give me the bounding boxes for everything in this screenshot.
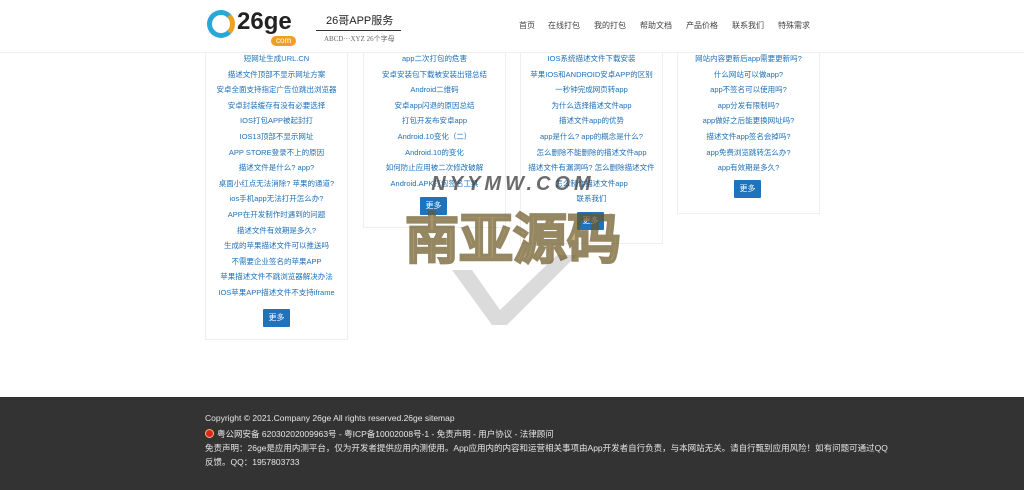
list-item[interactable]: 短网址生成URL.CN — [206, 51, 347, 67]
list-item[interactable]: 描述文件app的优势 — [521, 113, 662, 129]
list-item[interactable]: 苹果IOS和ANDROID安卓APP的区别 — [521, 67, 662, 83]
site-logo[interactable]: 26ge com — [207, 8, 317, 46]
list-item[interactable]: 苹果描述文件不跳浏览器解决办法 — [206, 269, 347, 285]
list-item[interactable]: Android.APK打包签名工具 — [364, 176, 505, 192]
brand-title: 26哥APP服务 — [316, 12, 402, 31]
logo-ring-icon — [207, 10, 235, 38]
list-item[interactable]: 怎么删除不能删除的描述文件app — [521, 145, 662, 161]
list-item[interactable]: 联系我们 — [521, 191, 662, 207]
logo-text: 26ge — [237, 8, 292, 35]
list-item[interactable]: IOS打包APP被起封打 — [206, 113, 347, 129]
nav-special[interactable]: 特殊需求 — [778, 20, 818, 31]
list-item[interactable]: ios手机app无法打开怎么办? — [206, 191, 347, 207]
list-item[interactable]: 生成的苹果描述文件可以推送吗 — [206, 238, 347, 254]
faq-column-2: app二次打包的危害 安卓安装包下载被安装出错总结 Android二维码 安卓a… — [363, 42, 506, 228]
list-item[interactable]: IOS苹果APP描述文件不支持iframe — [206, 285, 347, 301]
list-item[interactable]: app二次打包的危害 — [364, 51, 505, 67]
police-badge-icon — [205, 429, 214, 438]
list-item[interactable]: 什么网站可以做app? — [678, 67, 819, 83]
watermark-chevron — [452, 255, 577, 325]
faq-list-3: IOS系统描述文件下载安装 苹果IOS和ANDROID安卓APP的区别 一秒钟完… — [521, 43, 662, 207]
footer-icp-text[interactable]: 粤公网安备 62030202009963号 - 粤ICP备10002008号-1… — [217, 429, 554, 439]
faq-column-1: 短网址生成URL.CN 描述文件顶部不显示网址方案 安卓全面支持指定广告位跳出浏… — [205, 42, 348, 340]
list-item[interactable]: Android.10变化（二） — [364, 129, 505, 145]
list-item[interactable]: app不签名可以使用吗? — [678, 82, 819, 98]
list-item[interactable]: 不需要企业签名的苹果APP — [206, 254, 347, 270]
list-item[interactable]: Android二维码 — [364, 82, 505, 98]
list-item[interactable]: 网站内容更新后app需要更新吗? — [678, 51, 819, 67]
logo-com-badge: com — [271, 36, 297, 46]
brand-subtitle: ABCD···XYZ 26个字母 — [324, 35, 395, 43]
faq-column-3: IOS系统描述文件下载安装 苹果IOS和ANDROID安卓APP的区别 一秒钟完… — [520, 42, 663, 244]
footer-copyright: Copyright © 2021.Company 26ge All rights… — [205, 413, 455, 423]
list-item[interactable]: app做好之后能更换网址吗? — [678, 113, 819, 129]
list-item[interactable]: 桌面小红点无法消除? 苹果的通道? — [206, 176, 347, 192]
nav-my-pack[interactable]: 我的打包 — [594, 20, 640, 31]
list-item[interactable]: 打包开发布安卓app — [364, 113, 505, 129]
footer-icp: 粤公网安备 62030202009963号 - 粤ICP备10002008号-1… — [205, 428, 554, 440]
footer-disclaimer-1: 免责声明：26ge是应用内测平台，仅为开发者提供应用内测使用。App应用内的内容… — [205, 443, 888, 453]
list-item[interactable]: 安卓全面支持指定广告位跳出浏览器 — [206, 82, 347, 98]
list-item[interactable]: IOS13顶部不显示网址 — [206, 129, 347, 145]
list-item[interactable]: 一秒钟完成网页转app — [521, 82, 662, 98]
more-button-1[interactable]: 更多 — [263, 309, 290, 327]
list-item[interactable]: 如何防止应用被二次修改破解 — [364, 160, 505, 176]
faq-list-4: 网站内容更新后app需要更新吗? 什么网站可以做app? app不签名可以使用吗… — [678, 43, 819, 176]
faq-list-2: app二次打包的危害 安卓安装包下载被安装出错总结 Android二维码 安卓a… — [364, 43, 505, 191]
list-item[interactable]: app分发有限制吗? — [678, 98, 819, 114]
list-item[interactable]: 安卓app闪退的原因总结 — [364, 98, 505, 114]
list-item[interactable]: app有效期是多久? — [678, 160, 819, 176]
list-item[interactable]: 描述文件有漏洞吗? 怎么删除描述文件 — [521, 160, 662, 176]
nav-home[interactable]: 首页 — [519, 20, 548, 31]
list-item[interactable]: APP在开发制作时遇到的问题 — [206, 207, 347, 223]
faq-column-4: 网站内容更新后app需要更新吗? 什么网站可以做app? app不签名可以使用吗… — [677, 42, 820, 214]
list-item[interactable]: 描述文件app签名会掉吗? — [678, 129, 819, 145]
nav-help-docs[interactable]: 帮助文档 — [640, 20, 686, 31]
site-header: 26ge com 26哥APP服务 ABCD···XYZ 26个字母 首页 在线… — [0, 0, 1024, 53]
list-item[interactable]: app是什么? app的概念是什么? — [521, 129, 662, 145]
list-item[interactable]: 安卓安装包下载被安装出错总结 — [364, 67, 505, 83]
list-item[interactable]: 描述文件顶部不显示网址方案 — [206, 67, 347, 83]
nav-pricing[interactable]: 产品价格 — [686, 20, 732, 31]
brand-block: 26哥APP服务 ABCD···XYZ 26个字母 — [316, 12, 402, 44]
nav-online-pack[interactable]: 在线打包 — [548, 20, 594, 31]
more-button-2[interactable]: 更多 — [420, 197, 447, 215]
more-button-3[interactable]: 更多 — [577, 212, 604, 230]
list-item[interactable]: 为什么选择描述文件app — [521, 98, 662, 114]
main-nav: 首页 在线打包 我的打包 帮助文档 产品价格 联系我们 特殊需求 — [512, 20, 818, 31]
list-item[interactable]: Android.10的变化 — [364, 145, 505, 161]
nav-contact[interactable]: 联系我们 — [732, 20, 778, 31]
list-item[interactable]: IOS系统描述文件下载安装 — [521, 51, 662, 67]
faq-list-1: 短网址生成URL.CN 描述文件顶部不显示网址方案 安卓全面支持指定广告位跳出浏… — [206, 43, 347, 301]
list-item[interactable]: app免费浏览跳转怎么办? — [678, 145, 819, 161]
more-button-4[interactable]: 更多 — [734, 180, 761, 198]
list-item[interactable]: 安卓封装缓存有没有必要选择 — [206, 98, 347, 114]
list-item[interactable]: 怎么制作描述文件app — [521, 176, 662, 192]
footer-disclaimer-2: 反馈。QQ：1957803733 — [205, 457, 300, 467]
list-item[interactable]: 描述文件有效期是多久? — [206, 223, 347, 239]
site-footer: Copyright © 2021.Company 26ge All rights… — [0, 397, 1024, 490]
list-item[interactable]: 描述文件是什么? app? — [206, 160, 347, 176]
list-item[interactable]: APP STORE登录不上的原因 — [206, 145, 347, 161]
